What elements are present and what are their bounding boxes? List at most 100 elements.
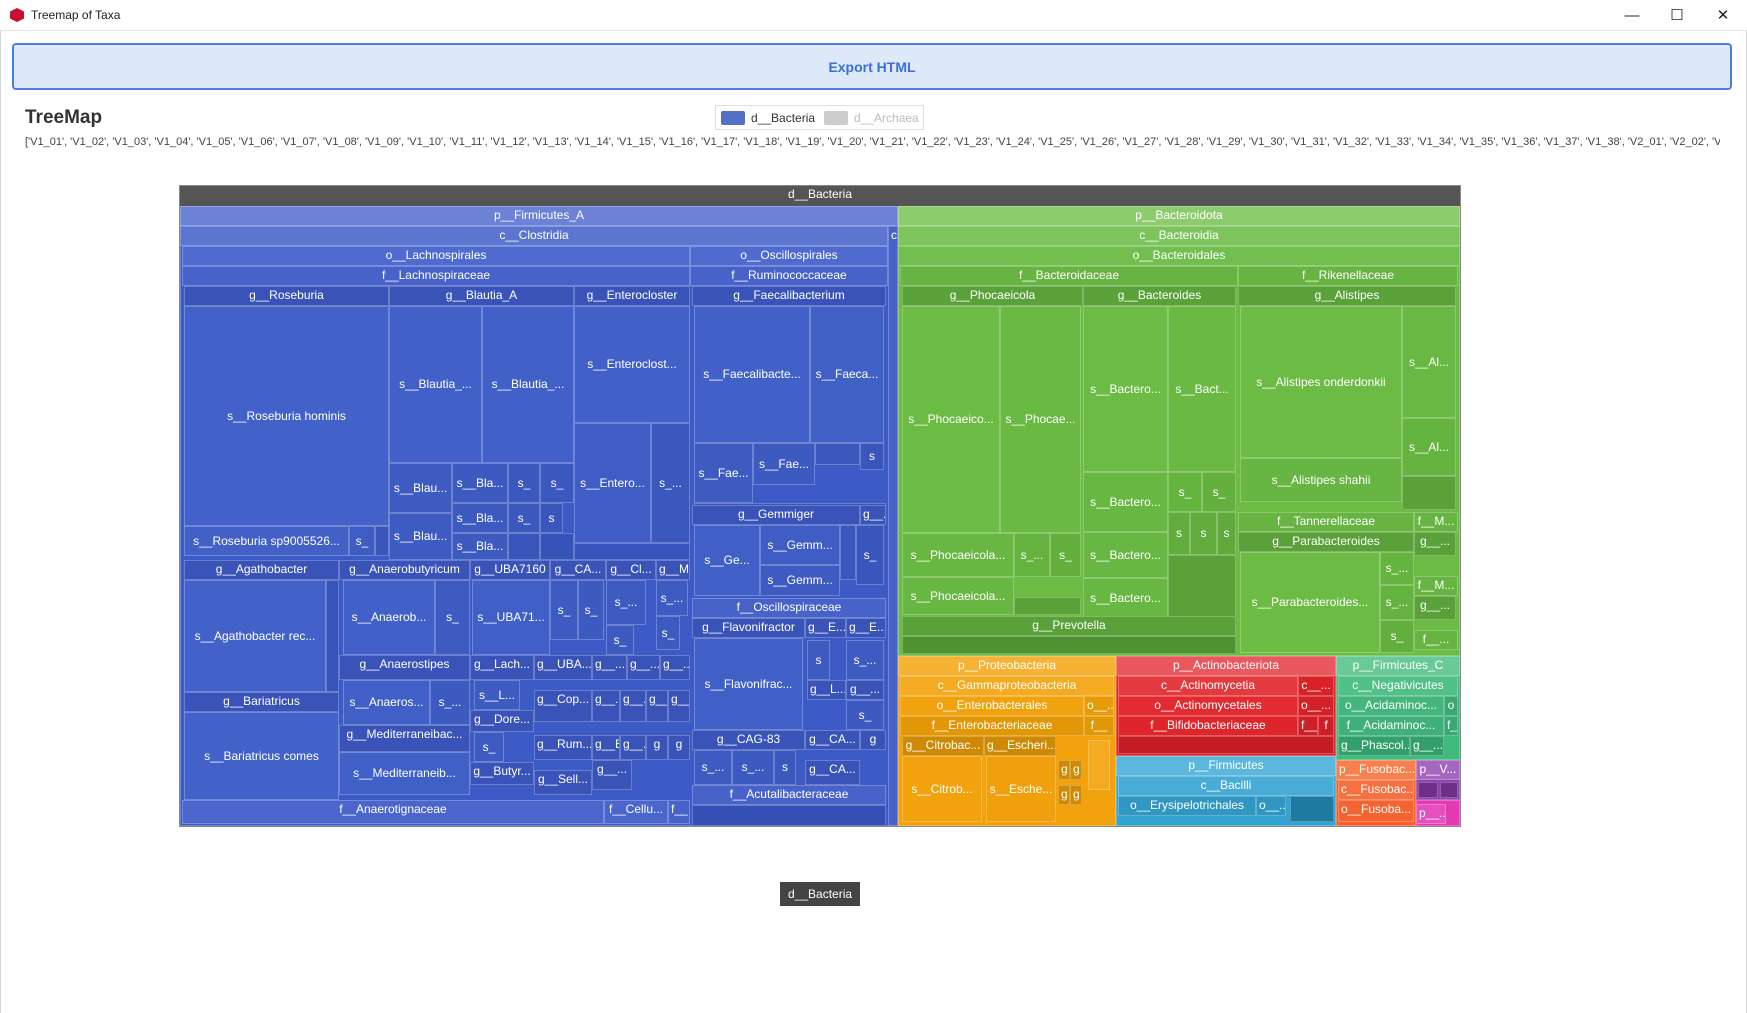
treemap-node-s-fae-1[interactable]: s__Fae... (694, 443, 753, 503)
treemap-node-f-small[interactable]: f__ (668, 800, 690, 824)
treemap-node-s-bla-5[interactable]: s__Bla... (452, 503, 508, 533)
treemap-node-g-dots[interactable]: g__... (668, 690, 690, 722)
treemap-node-s-entero-2[interactable]: s__Entero... (574, 423, 651, 543)
treemap-node-s-gemm-1[interactable]: s__Gemm... (760, 525, 840, 565)
treemap-node[interactable] (1088, 740, 1110, 790)
treemap-node-s-small[interactable]: s_ (435, 580, 470, 655)
treemap-node-p-firmicutes-c[interactable]: p__Firmicutes_C (1336, 656, 1460, 676)
treemap-node-f-anaerotignaceae[interactable]: f__Anaerotignaceae (182, 800, 604, 824)
treemap-node-g-cop[interactable]: g__Cop... (534, 690, 592, 722)
treemap-node-g-faecalibacterium[interactable]: g__Faecalibacterium (692, 286, 886, 306)
treemap-node-g-ca-2[interactable]: g__CA... (805, 730, 860, 750)
treemap-node-s-tiny[interactable]: s (1190, 512, 1217, 555)
treemap-node-s-small[interactable]: s_ (578, 580, 604, 640)
treemap-node-s-blau-3[interactable]: s__Blau... (389, 463, 452, 513)
export-html-button[interactable]: Export HTML (12, 43, 1732, 90)
treemap-node-g-dots[interactable]: g__... (1414, 532, 1456, 556)
treemap-node-g-phocaeicola[interactable]: g__Phocaeicola (902, 286, 1083, 306)
treemap-node-g-uba7160[interactable]: g__UBA7160 (470, 560, 550, 580)
treemap-node-s-dots[interactable]: s_... (1380, 552, 1414, 585)
treemap-node-s-anaeros[interactable]: s__Anaeros... (343, 680, 430, 725)
treemap-node-f-tannerellaceae[interactable]: f__Tannerellaceae (1238, 512, 1414, 532)
treemap-node-g-prevotella[interactable]: g__Prevotella (902, 616, 1236, 636)
treemap-node-s-faeca[interactable]: s__Faeca... (810, 306, 884, 443)
treemap-node-c-gammaproteobacteria[interactable]: c__Gammaproteobacteria (900, 676, 1114, 696)
treemap-node-s-tiny[interactable]: s (1217, 512, 1236, 555)
treemap-node-f-rikenellaceae[interactable]: f__Rikenellaceae (1238, 266, 1458, 286)
treemap-node-s-tiny[interactable]: s (807, 640, 830, 680)
treemap-node-s-small[interactable]: s_ (550, 580, 578, 640)
treemap-node-s-faecalibacte[interactable]: s__Faecalibacte... (694, 306, 810, 443)
treemap-node-o-bacteroidales[interactable]: o__Bacteroidales (898, 246, 1460, 266)
treemap-node[interactable] (540, 533, 574, 560)
treemap-node-g-l[interactable]: g__L... (807, 680, 846, 700)
treemap-node-s-dots[interactable]: s_... (606, 580, 646, 625)
treemap-node-s-dots[interactable]: s_... (846, 640, 884, 680)
treemap-node-s-small[interactable]: s_ (540, 463, 574, 503)
treemap-node-o-lachnospirales[interactable]: o__Lachnospirales (182, 246, 690, 266)
treemap-node[interactable] (1168, 555, 1236, 618)
treemap-node-f-m-1[interactable]: f__M... (1414, 512, 1458, 532)
treemap-node-s-dots[interactable]: s_... (694, 750, 732, 785)
treemap-node-p-firmicutes-a[interactable]: p__Firmicutes_A (180, 206, 898, 226)
treemap-node-g-escheri[interactable]: g__Escheri... (984, 736, 1056, 756)
treemap-node[interactable] (1014, 597, 1081, 615)
treemap-node-s-small[interactable]: s_ (606, 625, 634, 655)
treemap-node-g-roseburia[interactable]: g__Roseburia (184, 286, 389, 306)
treemap-node-g-e-2[interactable]: g__E... (846, 618, 886, 638)
treemap-node-s-dots[interactable]: s_... (1380, 585, 1414, 620)
treemap-node-s-al-1[interactable]: s__Al... (1402, 306, 1456, 418)
treemap-node-s-roseburia-sp[interactable]: s__Roseburia sp9005526... (184, 526, 349, 556)
treemap-node-s-blau-7[interactable]: s__Blau... (389, 513, 452, 560)
treemap-node-s-alistipes-onderdonkii[interactable]: s__Alistipes onderdonkii (1240, 306, 1402, 458)
treemap-node-s-dots[interactable]: s_... (1014, 533, 1050, 577)
treemap-node-o-erysipelotrichales[interactable]: o__Erysipelotrichales (1118, 796, 1256, 816)
treemap-node-g-alistipes[interactable]: g__Alistipes (1238, 286, 1456, 306)
treemap-node-s-phocae[interactable]: s__Phocae... (1000, 306, 1081, 533)
treemap-node-s-anaerob[interactable]: s__Anaerob... (343, 580, 435, 655)
treemap-node-g-rum[interactable]: g__Rum... (534, 735, 592, 760)
treemap-node-s-bact[interactable]: s__Bact... (1168, 306, 1236, 472)
treemap-node-g-dots[interactable]: g__... (1414, 596, 1456, 620)
treemap-node-c-negativicutes[interactable]: c__Negativicutes (1338, 676, 1458, 696)
treemap-node-s-blautia-2[interactable]: s__Blautia_... (482, 306, 574, 463)
treemap-node[interactable] (692, 805, 886, 826)
treemap-node-o-actinomycetales[interactable]: o__Actinomycetales (1118, 696, 1298, 716)
treemap-node-f-f[interactable]: f (1318, 716, 1334, 736)
treemap-node-s-small[interactable]: s_ (856, 525, 884, 585)
treemap-node-s-bactero-2[interactable]: s__Bactero... (1083, 472, 1168, 532)
treemap-node-s-small[interactable]: s_ (656, 616, 680, 650)
treemap-node-g-parabacteroides[interactable]: g__Parabacteroides (1238, 532, 1414, 552)
treemap-node-s-tiny[interactable]: s (540, 503, 563, 533)
treemap-node-s-small[interactable]: s_ (508, 463, 540, 503)
treemap-node-c-bacilli[interactable]: c__Bacilli (1118, 776, 1334, 796)
treemap-node-g-ca-2[interactable]: g__CA... (805, 760, 860, 785)
treemap-node-p-firmicutes[interactable]: p__Firmicutes (1116, 756, 1336, 776)
treemap-node-o-enterobacterales[interactable]: o__Enterobacterales (900, 696, 1084, 716)
treemap-node-g-e[interactable]: g__E... (592, 735, 620, 760)
treemap-node-p-dots[interactable]: p__... (1416, 804, 1446, 824)
treemap-node-root[interactable]: d__Bacteria (180, 186, 1460, 206)
legend-item-archaea[interactable]: d__Archaea (824, 106, 919, 129)
treemap-node-f-acidaminoc[interactable]: f__Acidaminoc... (1338, 716, 1444, 736)
treemap-node-g-uba[interactable]: g__UBA... (534, 655, 592, 680)
treemap-node-s-ge[interactable]: s__Ge... (694, 525, 760, 596)
treemap-node-g-g[interactable]: g (860, 730, 886, 750)
treemap-node-g-dots[interactable]: g__... (646, 690, 668, 722)
treemap-node-g-g[interactable]: g (668, 735, 690, 760)
treemap-node-g-dots[interactable]: g__... (1410, 736, 1444, 756)
treemap-node-g-bariatricus[interactable]: g__Bariatricus (184, 692, 339, 712)
treemap-node-g-anaerobutyricum[interactable]: g__Anaerobutyricum (339, 560, 470, 580)
treemap-node-g-m[interactable]: g__M... (656, 560, 690, 580)
treemap-node-f-bifidobacteriaceae[interactable]: f__Bifidobacteriaceae (1118, 716, 1298, 736)
treemap-node-g-g[interactable]: g (646, 735, 668, 760)
treemap-node-s-small[interactable]: s_ (1380, 620, 1414, 653)
treemap-node[interactable] (1402, 476, 1456, 510)
treemap-node-g-g[interactable]: g (1058, 785, 1070, 805)
treemap-node-g-agathobacter[interactable]: g__Agathobacter (184, 560, 339, 580)
treemap-node-s-tiny[interactable]: s (860, 443, 884, 470)
treemap-node-f-ruminococcaceae[interactable]: f__Ruminococcaceae (690, 266, 888, 286)
treemap-node-g-lach[interactable]: g__Lach... (470, 655, 534, 680)
treemap-node-c-bacteroidia[interactable]: c__Bacteroidia (898, 226, 1460, 246)
treemap-node-s-phocaeicola-2[interactable]: s__Phocaeicola... (902, 577, 1014, 615)
